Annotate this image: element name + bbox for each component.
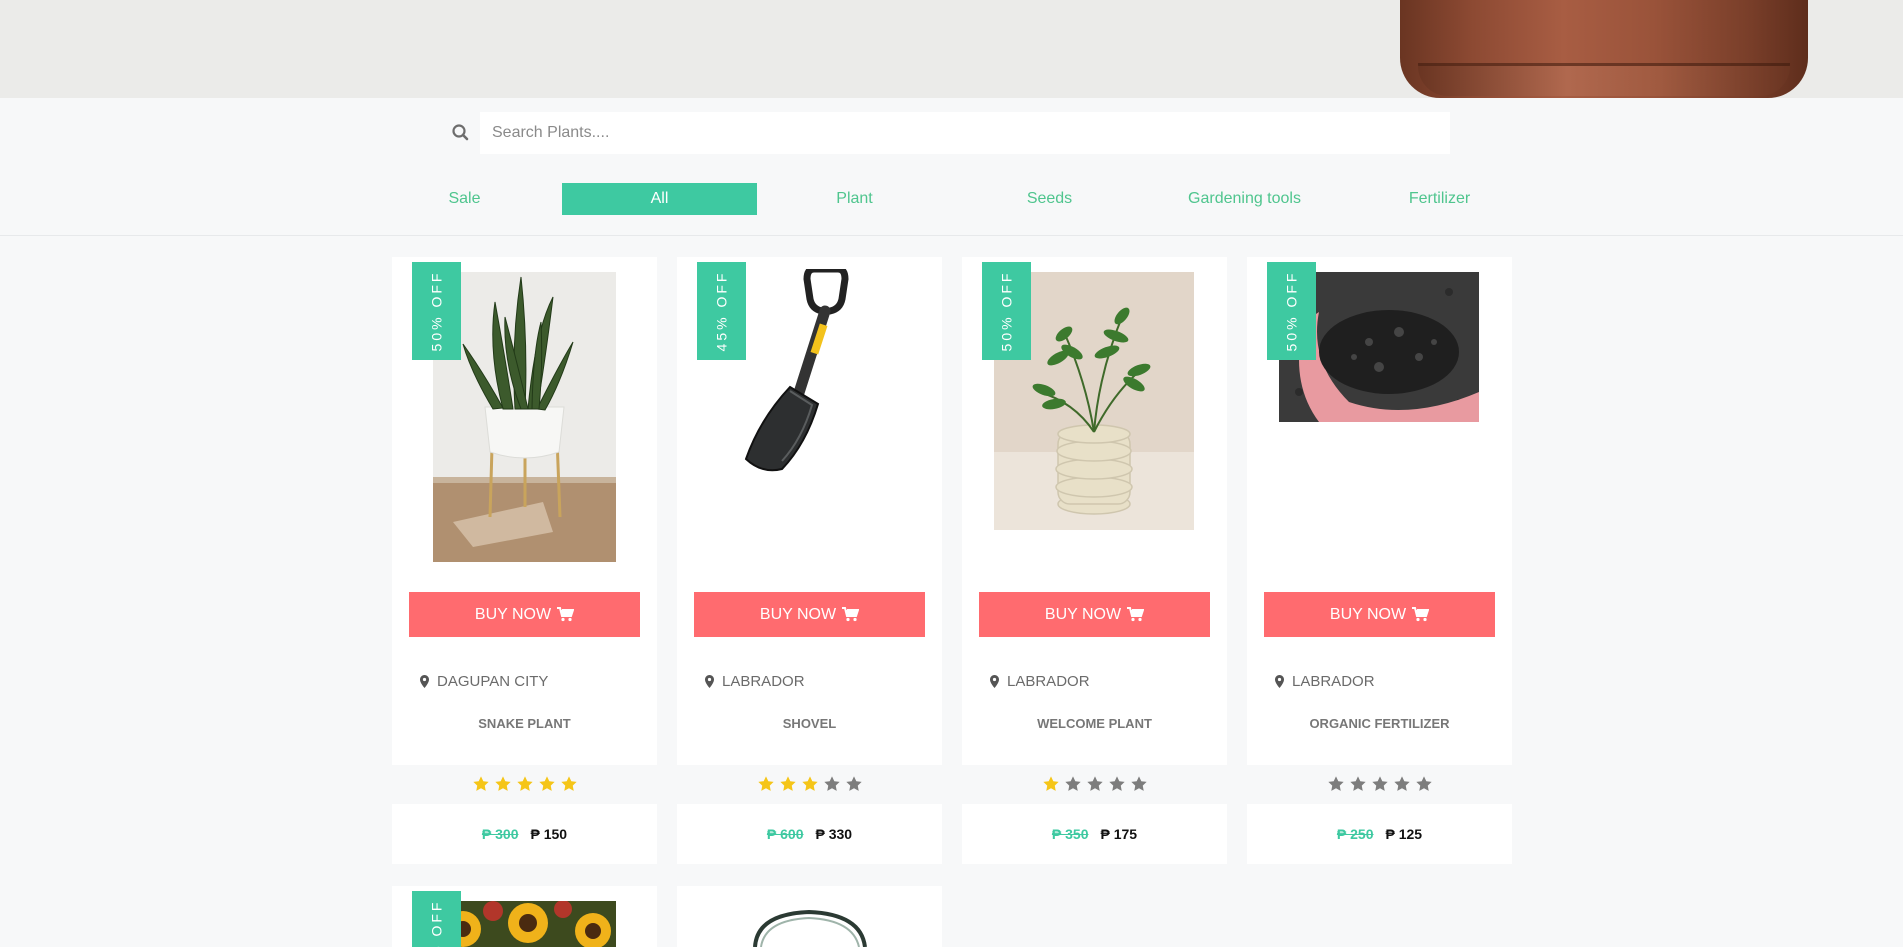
star-empty-icon xyxy=(1371,776,1388,791)
sale-price: ₱ 150 xyxy=(530,826,568,842)
product-location: DAGUPAN CITY xyxy=(420,673,548,690)
tab-plant[interactable]: Plant xyxy=(757,183,952,215)
product-name[interactable]: WELCOME PLANT xyxy=(962,716,1227,731)
cart-icon xyxy=(1412,607,1430,622)
star-filled-icon xyxy=(516,776,533,791)
product-location: LABRADOR xyxy=(990,673,1090,690)
star-empty-icon xyxy=(1108,776,1125,791)
search-bar xyxy=(450,112,1450,154)
discount-badge: 50% OFF xyxy=(1267,262,1316,360)
original-price: ₱ 300 xyxy=(481,826,519,842)
star-empty-icon xyxy=(1130,776,1147,791)
tab-all[interactable]: All xyxy=(562,183,757,215)
cart-icon xyxy=(557,607,575,622)
product-name[interactable]: SHOVEL xyxy=(677,716,942,731)
price-box: ₱ 600 ₱ 330 xyxy=(677,804,942,864)
sale-price: ₱ 125 xyxy=(1385,826,1423,842)
hero-banner xyxy=(0,0,1903,98)
star-empty-icon xyxy=(823,776,840,791)
star-empty-icon xyxy=(1349,776,1366,791)
product-image[interactable] xyxy=(747,910,872,947)
buy-now-button[interactable]: BUY NOW xyxy=(694,592,925,637)
price-box: ₱ 350 ₱ 175 xyxy=(962,804,1227,864)
star-filled-icon xyxy=(472,776,489,791)
tab-seeds[interactable]: Seeds xyxy=(952,183,1147,215)
tab-fertilizer[interactable]: Fertilizer xyxy=(1342,183,1537,215)
search-input[interactable] xyxy=(480,112,1450,154)
discount-badge: 50% OFF xyxy=(412,891,461,947)
star-filled-icon xyxy=(779,776,796,791)
product-image[interactable] xyxy=(742,269,862,474)
star-empty-icon xyxy=(1393,776,1410,791)
price-box: ₱ 300 ₱ 150 xyxy=(392,804,657,864)
original-price: ₱ 600 xyxy=(766,826,804,842)
star-empty-icon xyxy=(1415,776,1432,791)
sale-price: ₱ 330 xyxy=(815,826,853,842)
product-name[interactable]: ORGANIC FERTILIZER xyxy=(1247,716,1512,731)
rating-stars xyxy=(1247,775,1512,793)
tab-gardening-tools[interactable]: Gardening tools xyxy=(1147,183,1342,215)
category-tabs: Sale All Plant Seeds Gardening tools Fer… xyxy=(367,183,1537,215)
star-filled-icon xyxy=(494,776,511,791)
tab-sale[interactable]: Sale xyxy=(367,183,562,215)
buy-now-button[interactable]: BUY NOW xyxy=(1264,592,1495,637)
rating-stars xyxy=(392,775,657,793)
rating-stars xyxy=(962,775,1227,793)
original-price: ₱ 350 xyxy=(1051,826,1089,842)
star-filled-icon xyxy=(1042,776,1059,791)
sale-price: ₱ 175 xyxy=(1100,826,1138,842)
product-location: LABRADOR xyxy=(1275,673,1375,690)
product-location: LABRADOR xyxy=(705,673,805,690)
star-empty-icon xyxy=(1064,776,1081,791)
price-box: ₱ 250 ₱ 125 xyxy=(1247,804,1512,864)
star-filled-icon xyxy=(801,776,818,791)
cart-icon xyxy=(842,607,860,622)
original-price: ₱ 250 xyxy=(1336,826,1374,842)
buy-now-button[interactable]: BUY NOW xyxy=(409,592,640,637)
star-filled-icon xyxy=(560,776,577,791)
map-pin-icon xyxy=(990,675,999,688)
buy-now-button[interactable]: BUY NOW xyxy=(979,592,1210,637)
plant-pot-rim xyxy=(1418,66,1790,96)
search-icon[interactable] xyxy=(450,122,472,144)
star-filled-icon xyxy=(538,776,555,791)
discount-badge: 50% OFF xyxy=(412,262,461,360)
map-pin-icon xyxy=(420,675,429,688)
discount-badge: 45% OFF xyxy=(697,262,746,360)
map-pin-icon xyxy=(1275,675,1284,688)
divider xyxy=(0,235,1903,236)
star-empty-icon xyxy=(1327,776,1344,791)
star-empty-icon xyxy=(845,776,862,791)
cart-icon xyxy=(1127,607,1145,622)
discount-badge: 50% OFF xyxy=(982,262,1031,360)
star-empty-icon xyxy=(1086,776,1103,791)
star-filled-icon xyxy=(757,776,774,791)
rating-stars xyxy=(677,775,942,793)
map-pin-icon xyxy=(705,675,714,688)
product-name[interactable]: SNAKE PLANT xyxy=(392,716,657,731)
